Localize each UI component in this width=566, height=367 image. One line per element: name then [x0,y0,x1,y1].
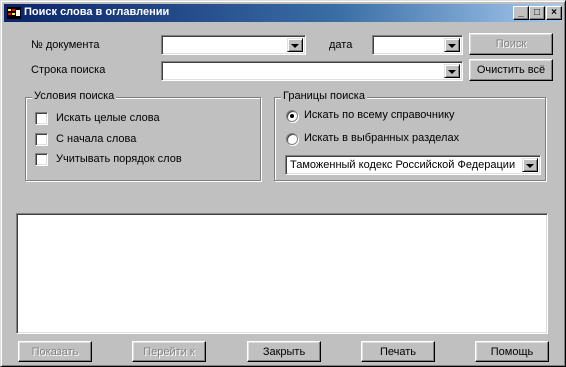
word-start-checkbox[interactable] [35,133,48,146]
go-to-button[interactable]: Перейти к [132,341,206,362]
help-button[interactable]: Помощь [475,341,549,362]
title-bar[interactable]: Поиск слова в оглавлении _ □ × [4,4,562,22]
minimize-icon: _ [518,7,524,18]
search-string-combo[interactable] [161,61,463,81]
chevron-down-icon[interactable] [444,38,460,52]
section-select[interactable]: Таможенный кодекс Российской Федерации [285,155,541,175]
search-dialog: Поиск слова в оглавлении _ □ × № докумен… [0,0,566,367]
maximize-button[interactable]: □ [529,6,545,20]
results-list[interactable] [16,213,548,334]
word-order-label[interactable]: Учитывать порядок слов [56,153,182,165]
whole-words-label[interactable]: Искать целые слова [56,112,160,124]
scope-all-radio[interactable] [286,110,298,122]
maximize-icon: □ [533,7,541,18]
scope-all-label[interactable]: Искать по всему справочнику [304,109,455,121]
window-title: Поиск слова в оглавлении [24,6,170,18]
close-window-button[interactable]: × [546,6,562,20]
scope-selected-radio[interactable] [286,133,298,145]
date-combo[interactable] [372,35,463,55]
doc-number-label: № документа [31,39,100,51]
word-start-label[interactable]: С начала слова [56,133,136,145]
close-icon: × [551,7,557,18]
word-order-checkbox[interactable] [35,153,48,166]
print-button[interactable]: Печать [361,341,435,362]
chevron-down-icon[interactable] [522,158,538,172]
chevron-down-icon[interactable] [287,38,303,52]
search-string-label: Строка поиска [31,64,106,76]
search-scope-title: Границы поиска [281,90,367,102]
search-button[interactable]: Поиск [469,33,553,55]
date-label: дата [329,39,353,51]
search-conditions-title: Условия поиска [32,90,117,102]
clear-all-button[interactable]: Очистить всё [469,59,553,81]
close-button[interactable]: Закрыть [247,341,321,362]
doc-number-combo[interactable] [161,35,306,55]
scope-selected-label[interactable]: Искать в выбранных разделах [304,132,459,144]
app-icon [7,7,21,19]
chevron-down-icon[interactable] [444,64,460,78]
minimize-button[interactable]: _ [513,6,529,20]
section-select-value: Таможенный кодекс Российской Федерации [290,159,516,171]
whole-words-checkbox[interactable] [35,112,48,125]
show-button[interactable]: Показать [18,341,92,362]
